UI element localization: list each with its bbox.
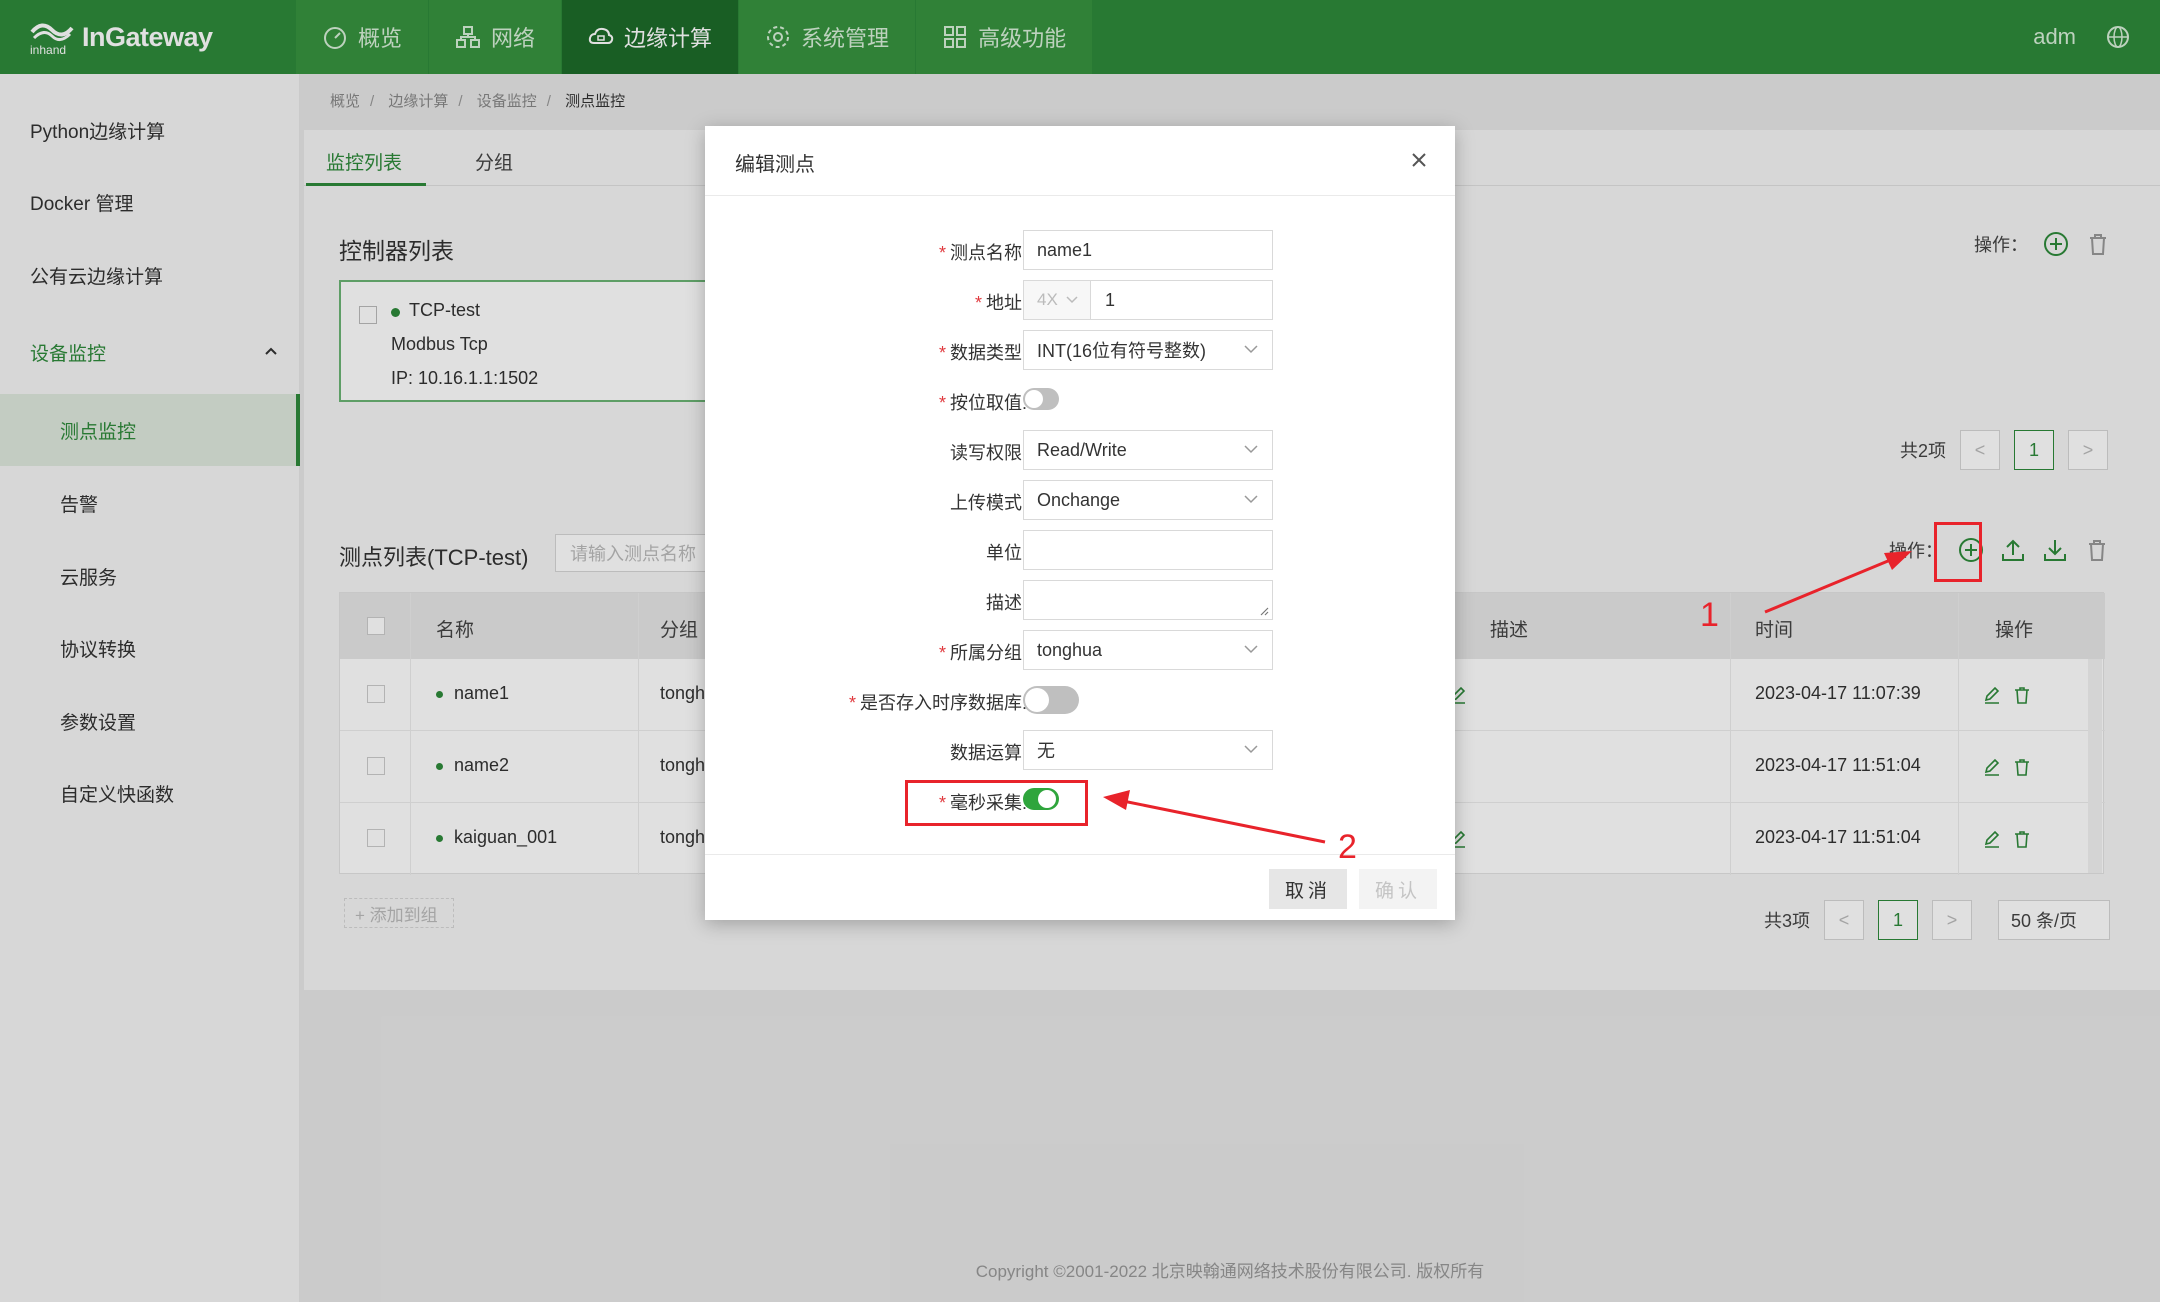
annotation-number-2: 2: [1338, 828, 1357, 866]
annotation-arrow-line: [1117, 798, 1326, 844]
annotation-arrows: [1103, 551, 1912, 844]
annotation-number-1: 1: [1700, 596, 1719, 634]
annotation-arrow-line: [1764, 554, 1901, 614]
annotation-arrowhead: [1884, 551, 1912, 570]
annotation-arrowhead: [1103, 790, 1130, 810]
